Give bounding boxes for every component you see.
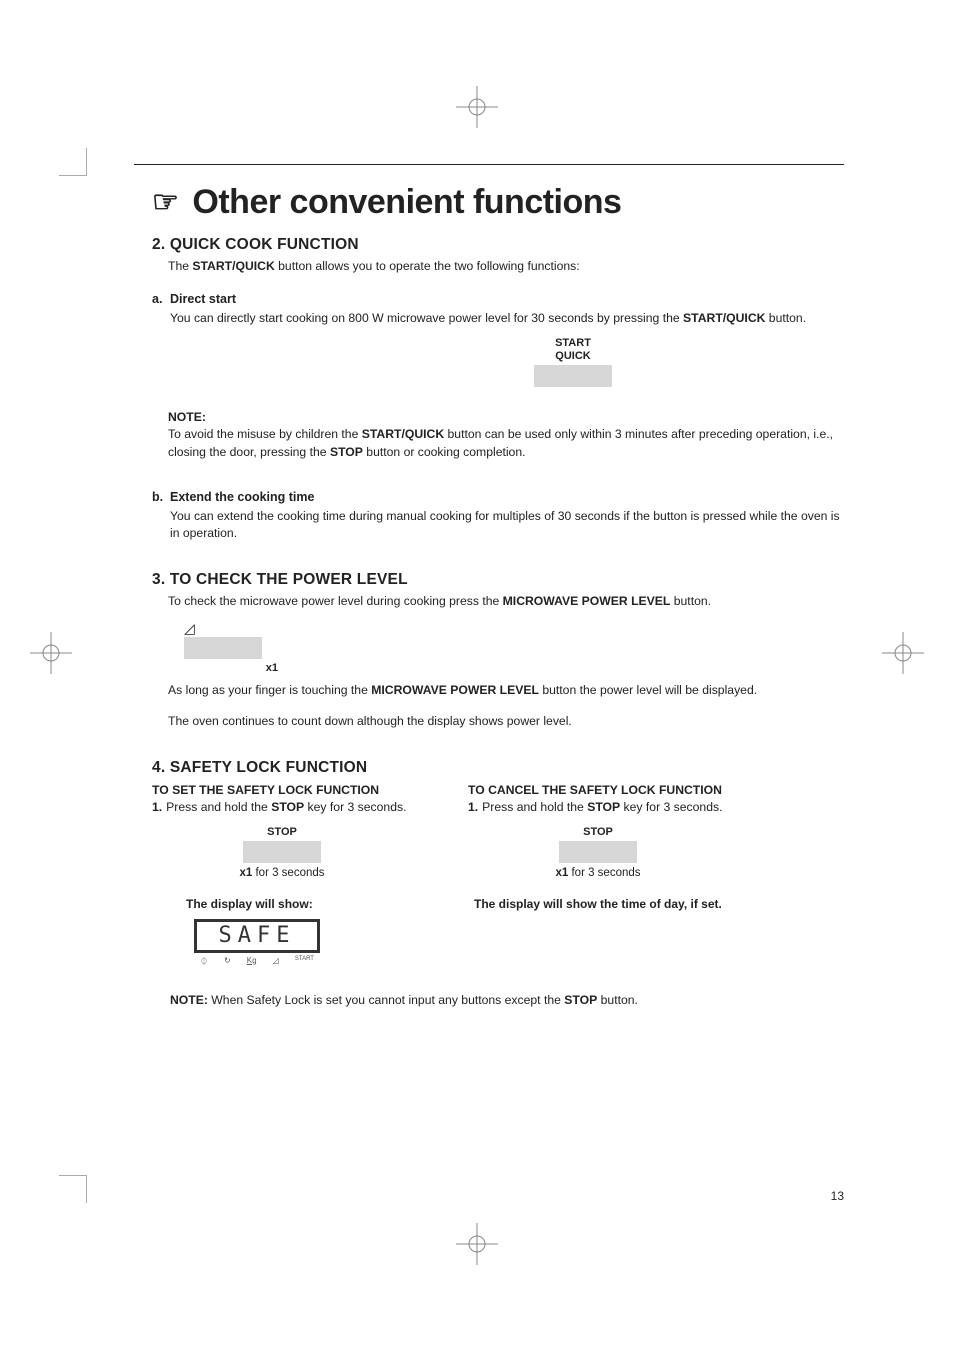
crop-mark-right — [882, 632, 924, 674]
quick-intro: The START/QUICK button allows you to ope… — [168, 258, 844, 276]
safety-heading: 4. SAFETY LOCK FUNCTION — [152, 759, 844, 777]
page-content: ☞ Other convenient functions 2. QUICK CO… — [134, 164, 844, 1201]
crop-mark-top — [456, 86, 498, 128]
set-press-note: x1 for 3 seconds — [152, 867, 412, 879]
quick-note: NOTE: To avoid the misuse by children th… — [168, 409, 844, 462]
page-number: 13 — [831, 1189, 844, 1203]
safety-set-step: 1. Press and hold the STOP key for 3 sec… — [152, 799, 412, 816]
quick-b-text: You can extend the cooking time during m… — [170, 508, 844, 543]
power-triangle-icon: ◿ — [184, 621, 284, 635]
section-power-level: 3. TO CHECK THE POWER LEVEL To check the… — [152, 571, 844, 731]
safety-footnote: NOTE: When Safety Lock is set you cannot… — [170, 993, 844, 1007]
lcd-display-safe: SAFE ⏀↻Kg◿START — [194, 919, 320, 967]
crop-mark-bottom — [456, 1223, 498, 1265]
power-level-button-graphic: ◿ x1 — [184, 621, 284, 674]
section-safety-lock: 4. SAFETY LOCK FUNCTION TO SET THE SAFET… — [152, 759, 844, 1007]
safety-cancel-title: TO CANCEL THE SAFETY LOCK FUNCTION — [468, 783, 728, 797]
safety-columns: TO SET THE SAFETY LOCK FUNCTION 1. Press… — [152, 783, 844, 967]
power-intro: To check the microwave power level durin… — [168, 593, 844, 611]
set-display-note: The display will show: — [186, 897, 412, 911]
corner-mark-tl — [59, 148, 87, 176]
pointing-hand-icon: ☞ — [152, 188, 178, 218]
corner-mark-bl — [59, 1175, 87, 1203]
power-heading: 3. TO CHECK THE POWER LEVEL — [152, 571, 844, 589]
stop-button-graphic-set: STOP — [232, 826, 332, 863]
quick-sub-a: a.Direct start You can directly start co… — [152, 292, 844, 328]
quick-sub-b: b.Extend the cooking time You can extend… — [152, 490, 844, 543]
section-quick-cook: 2. QUICK COOK FUNCTION The START/QUICK b… — [152, 236, 844, 543]
stop-button-graphic-cancel: STOP — [548, 826, 648, 863]
page-title: ☞ Other convenient functions — [152, 183, 844, 222]
lcd-status-icons: ⏀↻Kg◿START — [194, 953, 320, 967]
power-x1: x1 — [184, 662, 284, 674]
start-quick-button-graphic: START QUICK — [302, 337, 844, 386]
safety-set-column: TO SET THE SAFETY LOCK FUNCTION 1. Press… — [152, 783, 412, 967]
cancel-press-note: x1 for 3 seconds — [468, 867, 728, 879]
start-quick-button-face — [534, 365, 612, 387]
crop-mark-left — [30, 632, 72, 674]
power-p3: The oven continues to count down althoug… — [168, 713, 844, 731]
safety-set-title: TO SET THE SAFETY LOCK FUNCTION — [152, 783, 412, 797]
power-p2: As long as your finger is touching the M… — [168, 682, 844, 700]
start-label: START — [302, 337, 844, 350]
quick-heading: 2. QUICK COOK FUNCTION — [152, 236, 844, 254]
safety-cancel-step: 1. Press and hold the STOP key for 3 sec… — [468, 799, 728, 816]
title-text: Other convenient functions — [192, 183, 621, 222]
lcd-safe-text: SAFE — [219, 923, 296, 948]
quick-a-text: You can directly start cooking on 800 W … — [170, 310, 844, 328]
safety-cancel-column: TO CANCEL THE SAFETY LOCK FUNCTION 1. Pr… — [468, 783, 728, 967]
quick-label: QUICK — [302, 350, 844, 363]
cancel-display-note: The display will show the time of day, i… — [474, 897, 728, 911]
